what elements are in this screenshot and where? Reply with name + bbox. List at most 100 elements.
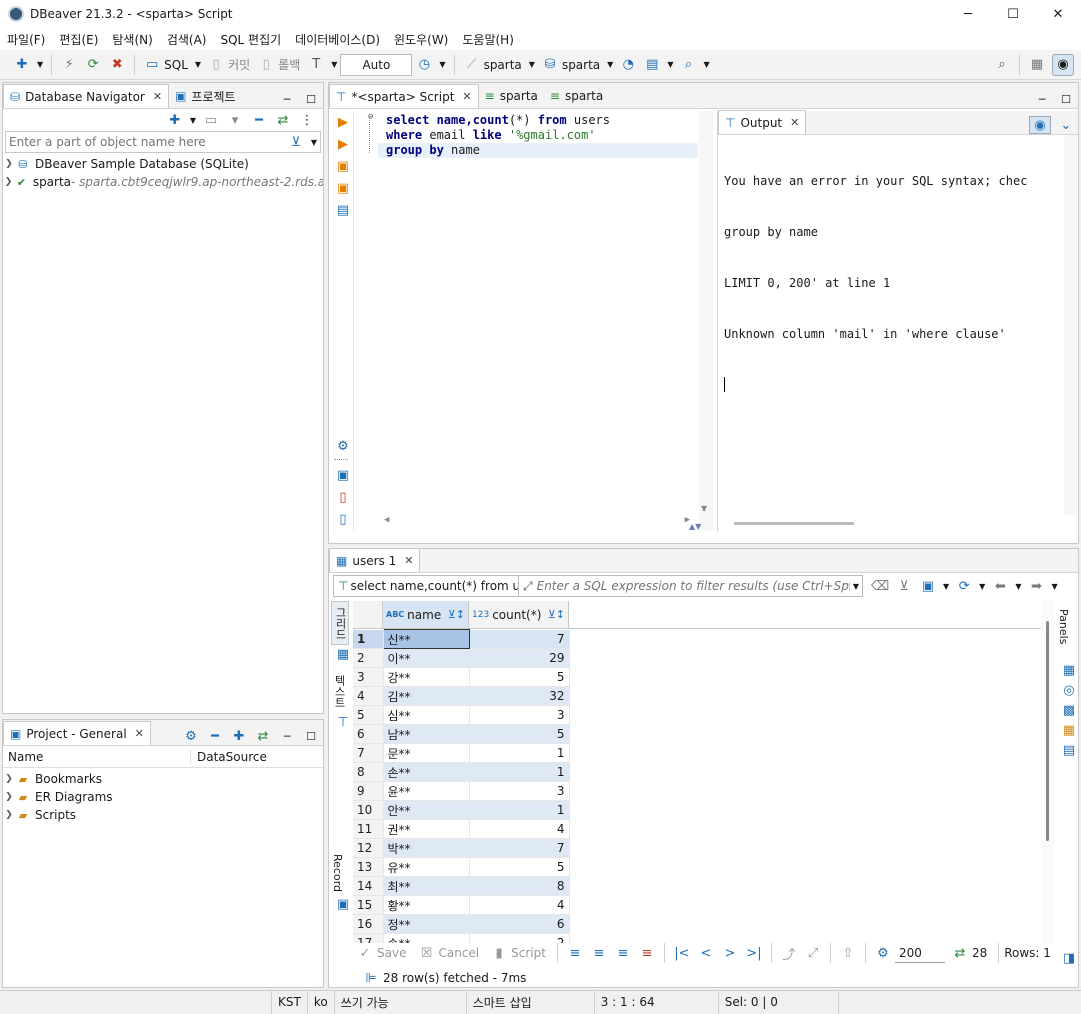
object-name-filter-input[interactable]: [6, 132, 284, 152]
cancel-button[interactable]: Cancel: [438, 946, 479, 960]
text-view-icon[interactable]: ⊤: [334, 713, 352, 731]
fetch-settings-gear-icon[interactable]: ⚙: [874, 944, 892, 962]
link-editor-icon[interactable]: ⇄: [254, 727, 272, 745]
forward-dropdown-icon[interactable]: ▼: [1051, 582, 1057, 591]
count-cell[interactable]: 1: [469, 800, 570, 820]
tab-sparta-2[interactable]: ≡ sparta: [544, 84, 609, 108]
settings-gear-icon[interactable]: ⚙: [182, 727, 200, 745]
new-connection-icon[interactable]: ✚: [13, 56, 31, 74]
disconnect-icon[interactable]: ✖: [108, 56, 126, 74]
new-connection-icon[interactable]: ✚: [166, 111, 184, 129]
collapse-icon[interactable]: ━: [250, 111, 268, 129]
save-icon[interactable]: ✓: [356, 944, 374, 962]
fetch-next-icon[interactable]: ⇄: [951, 944, 969, 962]
minimize-panel-icon[interactable]: ─: [1033, 90, 1051, 108]
tree-item-sparta[interactable]: ❯ ✔ sparta - sparta.cbt9ceqjwlr9.ap-nort…: [3, 173, 323, 191]
output-menu-chevron-icon[interactable]: ⌄: [1057, 116, 1075, 134]
menu-window[interactable]: 윈도우(W): [387, 31, 455, 48]
scroll-left-icon[interactable]: ◀: [384, 515, 389, 529]
transaction-dropdown-icon[interactable]: ▼: [331, 60, 337, 69]
chevron-right-icon[interactable]: ❯: [3, 177, 14, 187]
row-number-cell[interactable]: 9: [353, 781, 384, 801]
minimize-panel-icon[interactable]: ─: [278, 90, 296, 108]
query-text-field[interactable]: ⊤ select name,count(*) from use: [333, 575, 519, 597]
table-row[interactable]: 6 남** 5: [353, 724, 570, 744]
metadata-panel-icon[interactable]: ◎: [1060, 681, 1078, 699]
count-cell[interactable]: 1: [469, 743, 570, 763]
commit-button[interactable]: 커밋: [228, 56, 250, 73]
count-cell[interactable]: 4: [469, 819, 570, 839]
delete-row-icon[interactable]: ≡: [638, 944, 656, 962]
table-row[interactable]: 14 최** 8: [353, 876, 570, 896]
sql-code-editor[interactable]: ⊖ select name,count(*) from users where …: [353, 111, 699, 531]
name-cell[interactable]: 윤**: [383, 781, 470, 801]
maximize-panel-icon[interactable]: ☐: [1057, 90, 1075, 108]
dashboard-icon[interactable]: ◔: [619, 56, 637, 74]
row-number-cell[interactable]: 14: [353, 876, 384, 896]
save-filter-icon[interactable]: ▣: [919, 577, 937, 595]
sort-filter-icon[interactable]: ⊻↕: [448, 608, 465, 621]
back-dropdown-icon[interactable]: ▼: [1015, 582, 1021, 591]
properties-panel-icon[interactable]: ▦: [1060, 661, 1078, 679]
script-icon[interactable]: ▮: [490, 944, 508, 962]
name-cell[interactable]: 황**: [383, 895, 470, 915]
row-number-cell[interactable]: 10: [353, 800, 384, 820]
back-arrow-icon[interactable]: ⬅: [991, 577, 1009, 595]
sql-button[interactable]: SQL: [164, 58, 188, 72]
menu-help[interactable]: 도움말(H): [455, 31, 521, 48]
search-icon[interactable]: ⌕: [679, 56, 697, 74]
transaction-mode-icon[interactable]: T: [307, 56, 325, 74]
execute-statement-icon[interactable]: ▶: [334, 113, 352, 131]
explain-plan-icon[interactable]: ▤: [334, 201, 352, 219]
row-number-cell[interactable]: 1: [353, 629, 384, 649]
name-cell[interactable]: 박**: [383, 838, 470, 858]
row-number-cell[interactable]: 2: [353, 648, 384, 668]
save-button[interactable]: Save: [377, 946, 406, 960]
schema-dropdown-icon[interactable]: ▼: [607, 60, 613, 69]
table-row[interactable]: 13 유** 5: [353, 857, 570, 877]
maximize-button[interactable]: ☐: [990, 0, 1036, 28]
dbeaver-perspective-icon[interactable]: ◉: [1052, 53, 1074, 76]
filter-expression-input[interactable]: [536, 579, 849, 593]
tree-item-sample-database[interactable]: ❯ ⛁ DBeaver Sample Database (SQLite): [3, 155, 323, 173]
tree-item-bookmarks[interactable]: ❯ ▰ Bookmarks: [3, 770, 323, 788]
grid-vertical-scrollbar[interactable]: [1041, 601, 1055, 943]
expand-icon[interactable]: ⤢: [523, 579, 533, 594]
table-row[interactable]: 2 이** 29: [353, 648, 570, 668]
count-cell[interactable]: 29: [469, 648, 570, 668]
maximize-panel-icon[interactable]: ☐: [302, 90, 320, 108]
menu-navigate[interactable]: 탐색(N): [105, 31, 159, 48]
close-icon[interactable]: ✕: [462, 90, 471, 103]
tree-item-scripts[interactable]: ❯ ▰ Scripts: [3, 806, 323, 824]
count-cell[interactable]: 3: [469, 781, 570, 801]
history-icon[interactable]: ◷: [415, 56, 433, 74]
filter-dropdown-icon[interactable]: ▼: [311, 138, 317, 147]
filter-dropdown-icon[interactable]: ▼: [943, 582, 949, 591]
name-cell[interactable]: 유**: [383, 857, 470, 877]
scroll-down-icon[interactable]: ▼: [701, 504, 707, 513]
format-icon[interactable]: ▯: [334, 510, 352, 528]
table-row[interactable]: 3 강** 5: [353, 667, 570, 687]
copy-row-icon[interactable]: ≡: [614, 944, 632, 962]
panels-toggle[interactable]: Panels: [1057, 601, 1070, 653]
row-number-cell[interactable]: 12: [353, 838, 384, 858]
scroll-split-icon[interactable]: ▲▼: [689, 522, 701, 531]
count-cell[interactable]: 3: [469, 705, 570, 725]
rollback-button[interactable]: 롤백: [278, 56, 300, 73]
table-row[interactable]: 8 손** 1: [353, 762, 570, 782]
name-cell[interactable]: 이**: [383, 648, 470, 668]
close-icon[interactable]: ✕: [135, 727, 144, 740]
clear-filter-eraser-icon[interactable]: ⌫: [871, 577, 889, 595]
row-number-cell[interactable]: 15: [353, 895, 384, 915]
grouping-panel-icon[interactable]: ▤: [1060, 741, 1078, 759]
sql-editor-icon[interactable]: ▭: [143, 56, 161, 74]
edit-row-icon[interactable]: ≡: [566, 944, 584, 962]
editor-horizontal-scrollbar[interactable]: ◀ ▶: [384, 515, 690, 529]
output-horizontal-scrollbar[interactable]: [734, 522, 854, 525]
grid-view-tab[interactable]: 그리드: [331, 601, 349, 645]
row-number-cell[interactable]: 11: [353, 819, 384, 839]
table-row[interactable]: 16 정** 6: [353, 914, 570, 934]
count-cell[interactable]: 6: [469, 914, 570, 934]
commit-icon[interactable]: ▯: [207, 56, 225, 74]
editor-vertical-scrollbar[interactable]: ▼ ▲▼: [689, 111, 713, 531]
